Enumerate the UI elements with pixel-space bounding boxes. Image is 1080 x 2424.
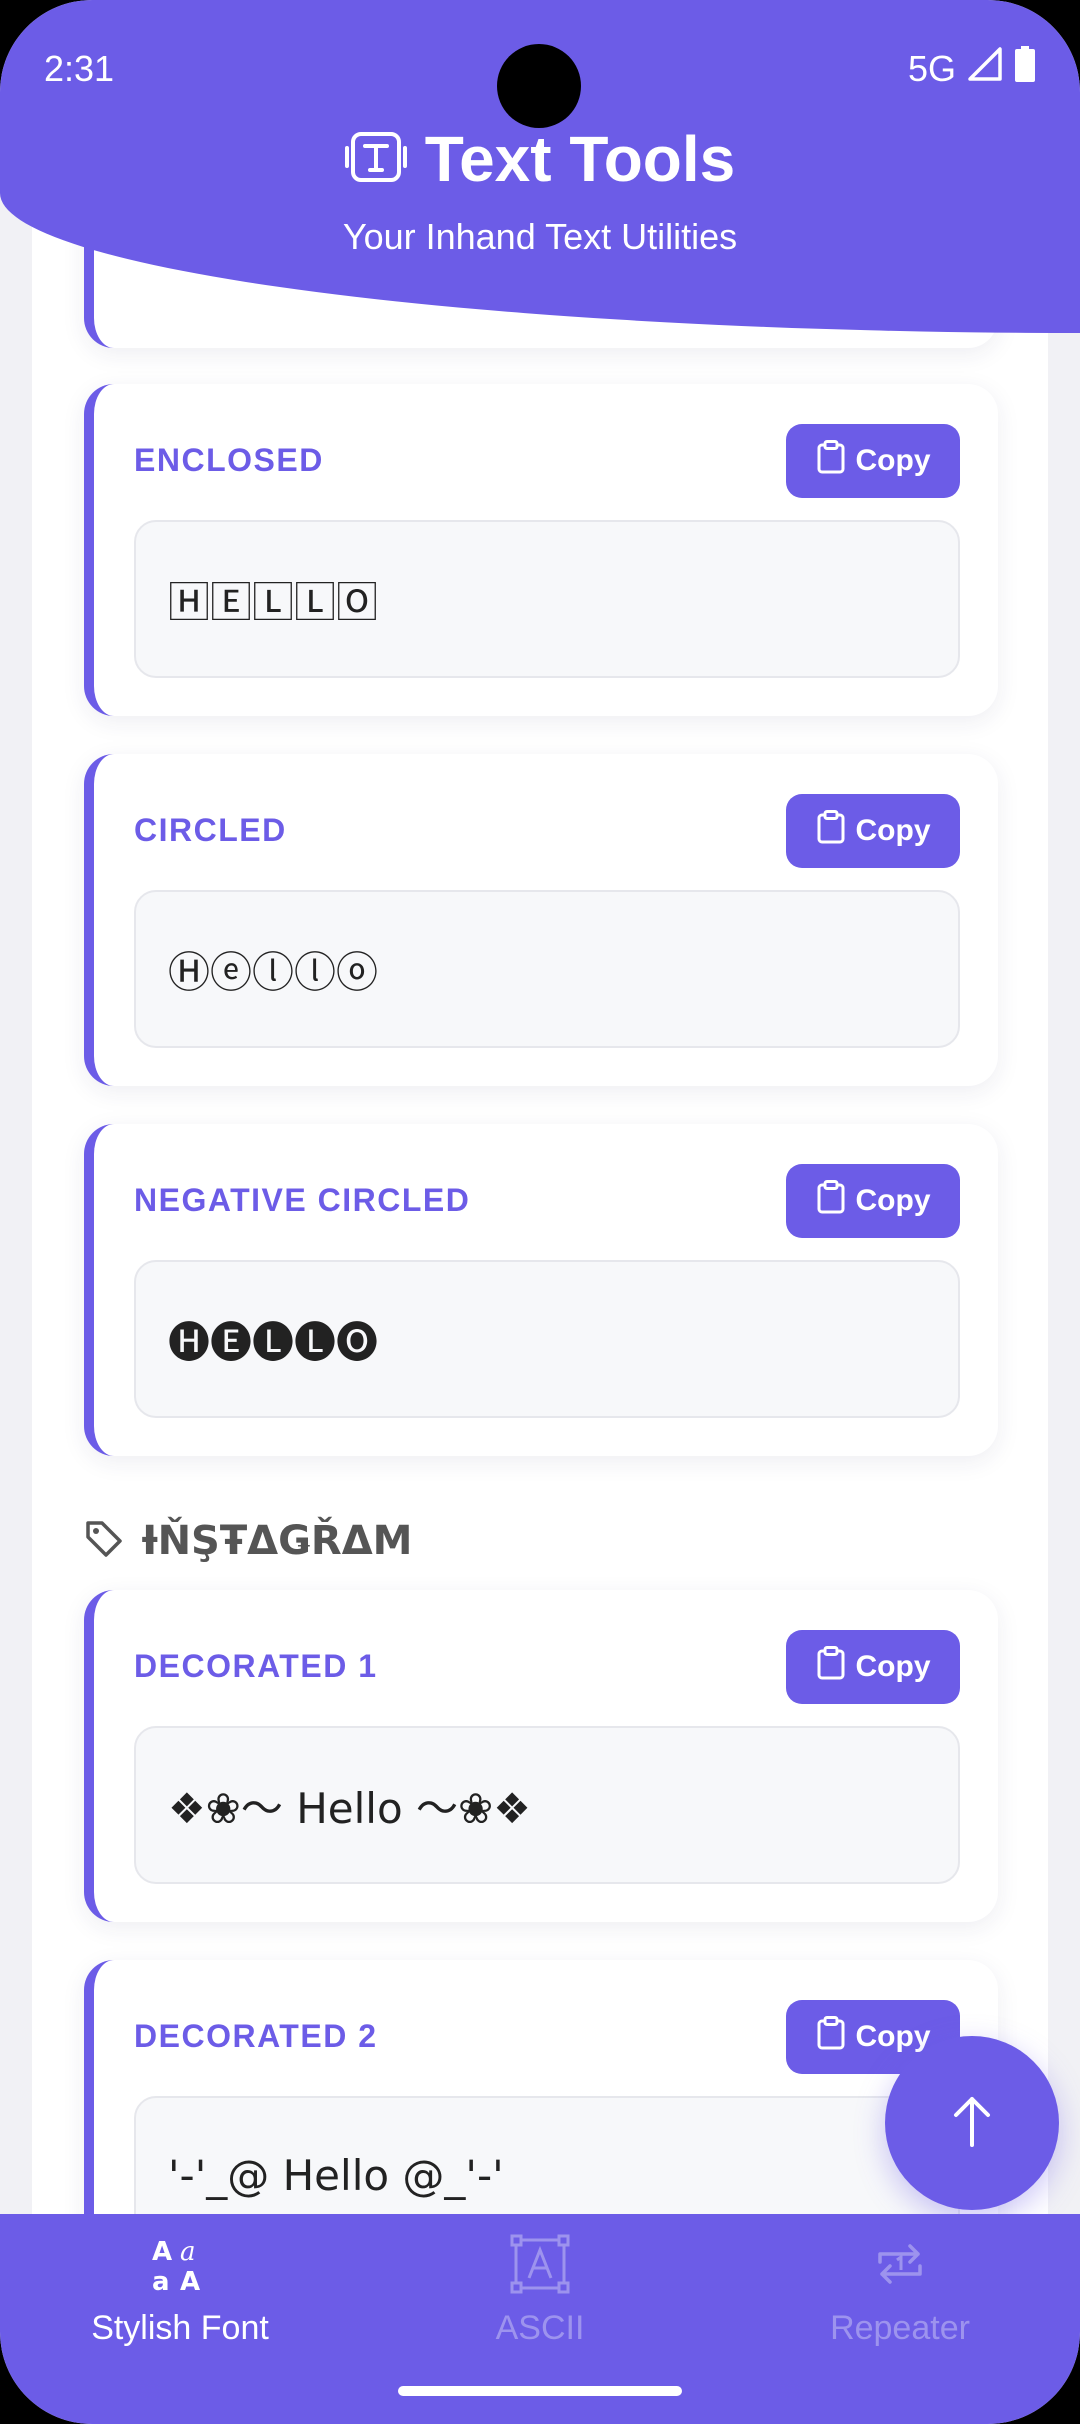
svg-text:A: A	[152, 2237, 172, 2267]
nav-item-repeater[interactable]: Repeater	[720, 2214, 1080, 2424]
arrow-up-icon	[948, 2093, 996, 2154]
copy-label: Copy	[855, 2020, 931, 2053]
nav-item-stylish-font[interactable]: A a a A Stylish Font	[0, 2214, 360, 2424]
network-label: 5G	[907, 47, 956, 89]
clipboard-icon	[816, 1180, 846, 1222]
nav-label: Repeater	[830, 2309, 970, 2347]
home-indicator[interactable]	[398, 2386, 682, 2396]
svg-text:a: a	[180, 2237, 196, 2267]
copy-label: Copy	[855, 814, 931, 847]
svg-text:a: a	[152, 2267, 170, 2294]
card-label: CIRCLED	[134, 812, 287, 848]
nav-label: ASCII	[495, 2309, 585, 2347]
result-text: '-'_@ Hello @_'-'	[168, 2150, 504, 2200]
status-time: 2:31	[44, 48, 115, 89]
section-title: ƗŇŞŦΔǤŘΔM	[142, 1518, 413, 1564]
text-tool-icon	[344, 126, 407, 193]
status-icons: 5G	[908, 46, 1036, 91]
result-box[interactable]: 🄷🄴🄻🄻🄾	[134, 520, 960, 678]
tag-icon	[84, 1519, 124, 1564]
app-title: Text Tools	[424, 123, 736, 195]
copy-label: Copy	[855, 1184, 931, 1217]
result-text: ❖❀〜 Hello 〜❀❖	[168, 1783, 531, 1833]
result-box[interactable]: Ⓗⓔⓛⓛⓞ	[134, 890, 960, 1048]
result-text: 🄷🄴🄻🄻🄾	[168, 577, 379, 627]
signal-icon	[968, 47, 1002, 90]
phone-screen: ENCLOSED Copy 🄷🄴🄻🄻🄾 CIRCLED Copy Ⓗⓔⓛⓛⓞ N…	[0, 0, 1080, 2424]
clipboard-icon	[816, 440, 846, 482]
style-card-decorated-1: DECORATED 1 Copy ❖❀〜 Hello 〜❀❖	[84, 1590, 998, 1922]
copy-button[interactable]: Copy	[786, 1164, 960, 1238]
copy-button[interactable]: Copy	[786, 794, 960, 868]
copy-button[interactable]: Copy	[786, 1630, 960, 1704]
style-card-negative-circled: NEGATIVE CIRCLED Copy 🅗🅔🅛🅛🅞	[84, 1124, 998, 1456]
battery-icon	[1014, 46, 1036, 91]
font-style-icon: A a a A	[150, 2234, 210, 2299]
copy-label: Copy	[855, 1650, 931, 1683]
text-box-icon	[510, 2234, 570, 2299]
copy-label: Copy	[855, 444, 931, 477]
clipboard-icon	[816, 1646, 846, 1688]
card-label: NEGATIVE CIRCLED	[134, 1182, 471, 1218]
result-box[interactable]: 🅗🅔🅛🅛🅞	[134, 1260, 960, 1418]
style-card-circled: CIRCLED Copy Ⓗⓔⓛⓛⓞ	[84, 754, 998, 1086]
camera-cutout	[497, 44, 581, 128]
app-subtitle: Your Inhand Text Utilities	[342, 216, 738, 257]
copy-button[interactable]: Copy	[786, 424, 960, 498]
card-label: DECORATED 1	[134, 1648, 378, 1684]
clipboard-icon	[816, 2016, 846, 2058]
repeat-one-icon	[870, 2234, 930, 2299]
card-label: ENCLOSED	[134, 442, 324, 478]
result-text: 🅗🅔🅛🅛🅞	[168, 1317, 379, 1367]
clipboard-icon	[816, 810, 846, 852]
card-label: DECORATED 2	[134, 2018, 378, 2054]
scroll-to-top-button[interactable]	[885, 2036, 1059, 2210]
section-header-instagram: ƗŇŞŦΔǤŘΔM	[84, 1518, 413, 1564]
result-text: Ⓗⓔⓛⓛⓞ	[168, 947, 379, 997]
result-box[interactable]: ❖❀〜 Hello 〜❀❖	[134, 1726, 960, 1884]
nav-label: Stylish Font	[91, 2309, 269, 2347]
style-card-enclosed: ENCLOSED Copy 🄷🄴🄻🄻🄾	[84, 384, 998, 716]
svg-text:A: A	[180, 2267, 200, 2294]
title-row: Text Tools	[0, 122, 1080, 196]
